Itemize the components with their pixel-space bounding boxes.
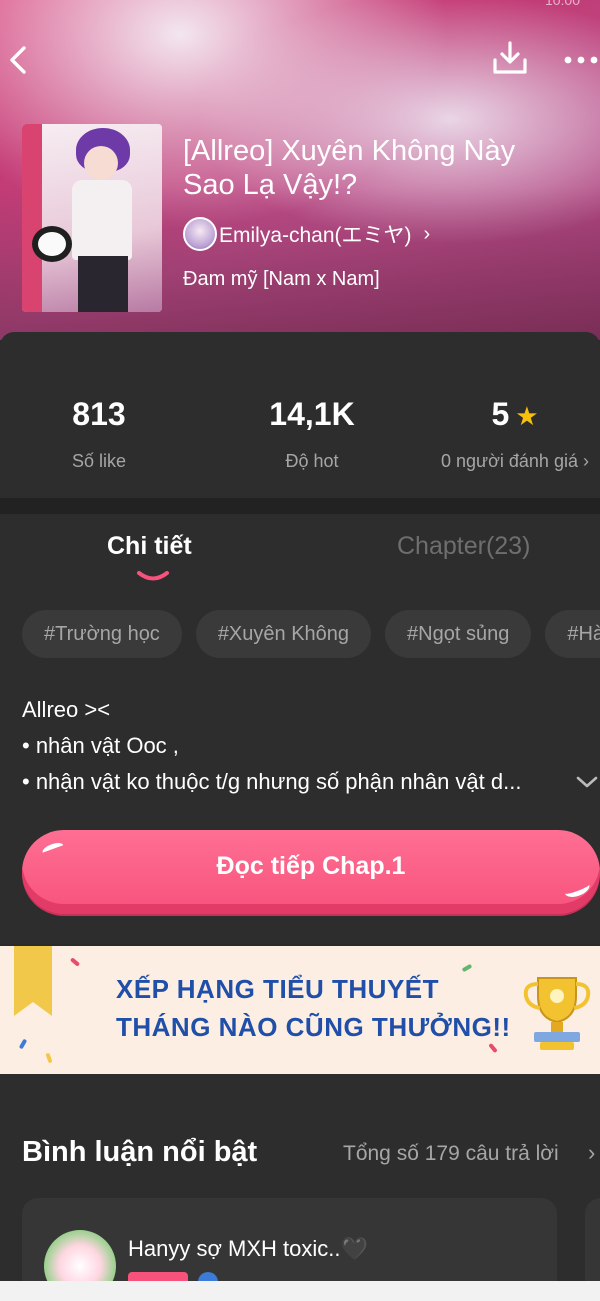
rating-stat[interactable]: 5 ★ 0 người đánh giá › bbox=[430, 396, 600, 472]
genre-label: Đam mỹ [Nam x Nam] bbox=[183, 268, 380, 290]
description: Allreo >< • nhân vật Ooc , • nhận vật ko… bbox=[22, 692, 582, 800]
section-divider bbox=[0, 498, 600, 514]
tab-indicator bbox=[137, 571, 169, 581]
cover-image[interactable] bbox=[22, 124, 162, 312]
more-button[interactable] bbox=[560, 46, 600, 74]
likes-label: Số like bbox=[71, 451, 127, 471]
detail-section: Chi tiết Chapter(23) #Trường học #Xuyên K… bbox=[0, 514, 600, 944]
trophy-icon bbox=[523, 977, 591, 1050]
likes-count: 813 bbox=[72, 396, 126, 432]
comments-title: Bình luận nổi bật bbox=[22, 1136, 258, 1168]
download-icon bbox=[493, 41, 527, 74]
more-icon bbox=[564, 56, 598, 64]
hot-label: Độ hot bbox=[285, 451, 339, 471]
comments-total-link[interactable]: Tổng số 179 câu trả lời bbox=[343, 1142, 559, 1166]
likes-stat: 813 Số like bbox=[9, 396, 189, 472]
panda-illustration bbox=[32, 226, 72, 262]
tag-chip[interactable]: #Hài hước bbox=[545, 610, 600, 658]
stats-panel: 813 Số like 14,1K Độ hot 5 ★ 0 người đánh… bbox=[0, 332, 600, 498]
description-line: • nhận vật ko thuộc t/g nhưng số phận nh… bbox=[22, 769, 522, 794]
banner-line1: XẾP HẠNG TIỂU THUYẾT bbox=[116, 974, 440, 1004]
tag-chip[interactable]: #Trường học bbox=[22, 610, 182, 658]
tab-details[interactable]: Chi tiết bbox=[107, 532, 192, 561]
continue-reading-label: Đọc tiếp Chap.1 bbox=[216, 852, 406, 880]
continue-reading-button[interactable]: Đọc tiếp Chap.1 bbox=[22, 830, 600, 914]
chevron-right-icon[interactable]: › bbox=[588, 1140, 595, 1166]
rating-label: 0 người đánh giá › bbox=[441, 451, 589, 471]
back-icon bbox=[10, 46, 26, 74]
star-icon: ★ bbox=[515, 401, 539, 431]
chevron-down-icon[interactable] bbox=[574, 772, 600, 792]
tag-chip[interactable]: #Ngọt sủng bbox=[385, 610, 532, 658]
description-line: • nhân vật Ooc , bbox=[22, 733, 179, 758]
chevron-right-icon: › bbox=[423, 222, 431, 245]
navigation-bar bbox=[0, 1281, 600, 1301]
author-avatar bbox=[183, 217, 217, 251]
hot-count: 14,1K bbox=[269, 396, 355, 432]
tag-chip[interactable]: #Xuyên Không bbox=[195, 610, 372, 658]
rating-value: 5 bbox=[491, 396, 510, 432]
author-name: Emilya-chan(エミヤ) bbox=[219, 224, 412, 247]
ribbon-icon bbox=[14, 946, 52, 1016]
hot-stat: 14,1K Độ hot bbox=[222, 396, 402, 472]
tag-list: #Trường học #Xuyên Không #Ngọt sủng #Hài hư… bbox=[22, 610, 600, 658]
commenter-name: Hanyy sợ MXH toxic..🖤 bbox=[128, 1236, 368, 1261]
novel-header: 10:00 [Allreo] Xuyên Không Này Sao Lạ Vậ… bbox=[0, 0, 600, 340]
ranking-banner[interactable]: XẾP HẠNG TIỂU THUYẾT THÁNG NÀO CŨNG THƯỞ… bbox=[0, 946, 600, 1074]
back-button[interactable] bbox=[6, 42, 34, 78]
status-time: 10:00 bbox=[544, 0, 580, 8]
tab-chapters[interactable]: Chapter(23) bbox=[397, 532, 530, 561]
featured-comments: Bình luận nổi bật Tổng số 179 câu trả lờ… bbox=[0, 1074, 600, 1301]
novel-title: [Allreo] Xuyên Không Này Sao Lạ Vậy!? bbox=[183, 135, 516, 201]
author-link[interactable]: Emilya-chan(エミヤ) › bbox=[183, 217, 431, 251]
banner-line2: THÁNG NÀO CŨNG THƯỞNG!! bbox=[116, 1012, 511, 1042]
description-line: Allreo >< bbox=[22, 697, 111, 722]
download-button[interactable] bbox=[492, 40, 528, 76]
